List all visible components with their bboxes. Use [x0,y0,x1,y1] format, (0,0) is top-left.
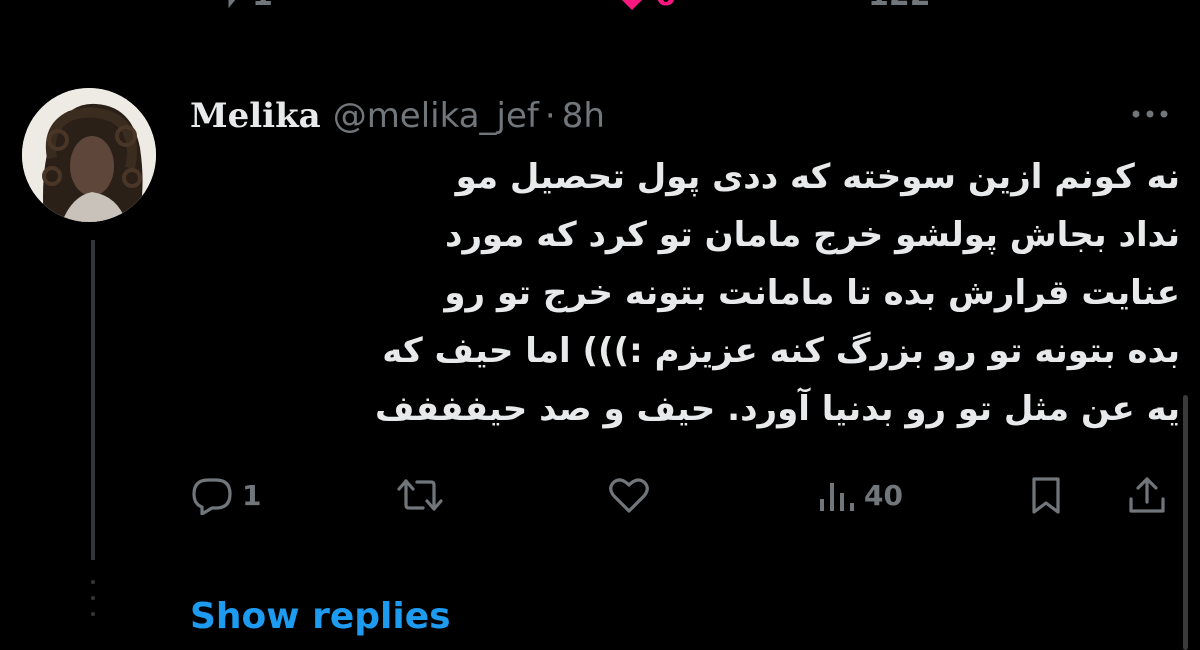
avatar-image [22,88,156,222]
timestamp[interactable]: 8h [562,96,605,136]
user-handle[interactable]: @melika_jef [333,96,539,136]
separator-dot: · [544,96,556,136]
thread-dot [91,612,95,616]
previous-tweet-actions: 1 [0,0,1200,13]
reply-icon [190,475,234,515]
previous-retweet-icon[interactable] [400,0,446,20]
tweet-actions: 1 40 [0,470,1200,520]
avatar[interactable] [22,88,156,222]
previous-view-count: 122 [868,0,931,13]
heart-icon [606,475,652,515]
share-icon [1126,475,1168,515]
previous-reply-icon[interactable] [200,0,244,20]
views-button[interactable]: 40 [816,470,903,520]
tweet-text-line: نه کونم ازین سوخته که ددی پول تحصیل مو [455,157,1180,197]
bookmark-icon [1028,475,1064,515]
more-options-icon[interactable] [1128,103,1172,125]
views-chart-icon [816,475,856,515]
scrollbar[interactable] [1183,395,1188,650]
bookmark-button[interactable] [1028,470,1064,520]
retweet-button[interactable] [395,470,445,520]
tweet-text-line: یه عن مثل تو رو بدنیا آورد. حیف و صد حیف… [375,389,1180,429]
share-button[interactable] [1126,470,1168,520]
tweet-header: Melika @melika_jef · 8h [190,92,605,140]
tweet-text-line: نداد بجاش پولشو خرج مامان تو کرد که مورد [445,215,1180,255]
retweet-icon [395,475,445,515]
previous-reply-count: 1 [252,0,273,13]
previous-heart-icon[interactable] [612,0,652,14]
view-count: 40 [864,478,903,512]
like-button[interactable] [606,470,652,520]
show-replies-link[interactable]: Show replies [190,596,451,637]
thread-dot [91,596,95,600]
tweet-text-line: عنایت قرارش بده تا مامانت بتونه خرج تو ر… [444,273,1180,313]
reply-count: 1 [242,478,262,512]
tweet-text-line: بده بتونه تو رو بزرگ کنه عزیزم :))) اما … [382,331,1180,371]
tweet-text: نه کونم ازین سوخته که ددی پول تحصیل مو ن… [190,148,1180,438]
previous-like-count: 6 [655,0,676,13]
thread-dot [91,580,95,584]
reply-button[interactable]: 1 [190,470,261,520]
display-name[interactable]: Melika [190,96,321,136]
